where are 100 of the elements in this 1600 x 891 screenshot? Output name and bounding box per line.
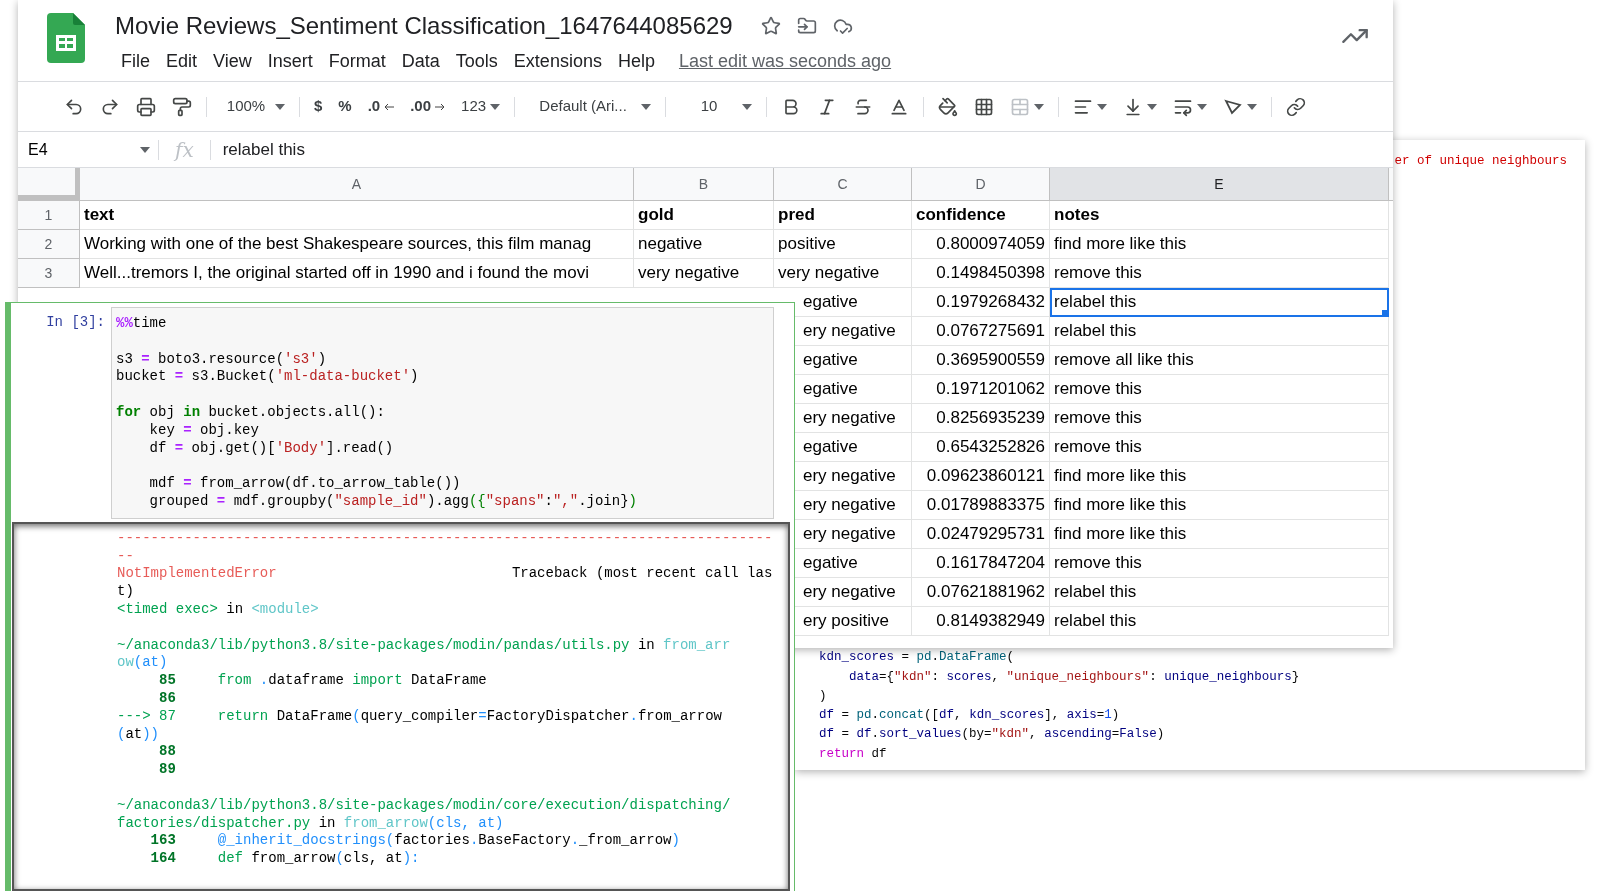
fill-handle[interactable] [1382, 310, 1388, 316]
table-cell: confidence [912, 201, 1050, 230]
table-cell-text: egative [803, 378, 859, 401]
menu-item[interactable]: Help [611, 48, 661, 75]
name-box[interactable]: E4 [18, 137, 158, 162]
table-cell[interactable]: remove this [1050, 549, 1389, 578]
menu-item[interactable]: Tools [449, 48, 504, 75]
cloud-check-icon[interactable] [832, 16, 853, 36]
table-cell: gold [634, 201, 774, 230]
column-header[interactable]: E [1050, 168, 1389, 200]
table-cell: 0.6543252826 [912, 433, 1050, 462]
code-line: data={"kdn": scores, "unique_neighbours": unique_neighbours} [848, 668, 1300, 686]
table-cell: 0.1979268432 [912, 288, 1050, 317]
table-cell[interactable]: find more like this [1050, 520, 1389, 549]
currency-button[interactable]: $ [308, 90, 329, 123]
table-cell[interactable]: relabel this [1050, 317, 1389, 346]
traceback-line: ~/anaconda3/lib/python3.8/site-packages/modin/core/execution/dispatching/ [117, 796, 731, 815]
code-line: s3 = boto3.resource('s3') [116, 350, 327, 369]
last-edit-link[interactable]: Last edit was seconds ago [678, 48, 892, 75]
table-cell: 0.07621881962 [912, 578, 1050, 607]
printer-icon [136, 96, 156, 117]
table-cell-text: ery negative [803, 320, 897, 343]
traceback-line: ow(at) [117, 654, 168, 673]
undo-icon [64, 96, 84, 117]
code-line: bucket = s3.Bucket('ml-data-bucket') [116, 368, 419, 387]
code-comment: er of unique neighbours [1394, 153, 1567, 170]
table-cell[interactable]: remove this [1050, 259, 1389, 288]
table-cell[interactable]: find more like this [1050, 491, 1389, 520]
paint-roller-icon [172, 96, 192, 117]
table-cell: 0.8000974059 [912, 230, 1050, 259]
table-cell[interactable]: remove this [1050, 375, 1389, 404]
table-cell[interactable]: relabel this [1050, 288, 1389, 317]
caret-icon [1034, 103, 1045, 110]
font-size-dropdown[interactable]: 10 [674, 90, 759, 123]
star-icon[interactable] [760, 16, 781, 36]
caret-icon [1147, 103, 1158, 110]
caret-icon [1197, 103, 1208, 110]
code-line: grouped = mdf.groupby("sample_id").agg({"spans":",".join}) [148, 492, 637, 511]
increase-decimal-button[interactable]: .00 [404, 90, 452, 123]
traceback-line: 88 [158, 743, 176, 762]
menu-item[interactable]: Extensions [507, 48, 608, 75]
traceback-line: <timed exec> in <module> [117, 600, 319, 619]
decrease-decimal-button[interactable]: .0 [361, 90, 401, 123]
table-cell[interactable]: find more like this [1050, 462, 1389, 491]
table-cell[interactable]: find more like this [1050, 230, 1389, 259]
menu-item[interactable]: Data [395, 48, 446, 75]
table-cell: Well...tremors I, the original started off in 1990 and i found the movi [80, 259, 634, 288]
table-cell[interactable]: notes [1050, 201, 1389, 230]
table-cell[interactable]: remove this [1050, 404, 1389, 433]
row-number[interactable]: 2 [18, 230, 80, 259]
table-cell: 0.1498450398 [912, 259, 1050, 288]
traceback-line: -- [117, 547, 134, 566]
percent-button[interactable]: % [332, 90, 358, 123]
traceback-line: 163 @_inherit_docstrings(factories.BaseFactory._from_arrow) [149, 832, 680, 851]
left-arrow-icon [384, 102, 395, 111]
column-header[interactable]: C [774, 168, 912, 200]
table-cell[interactable]: remove all like this [1050, 346, 1389, 375]
formula-input[interactable]: relabel this [210, 136, 305, 163]
traceback-line: (at)) [117, 725, 160, 744]
document-title[interactable]: Movie Reviews_Sentiment Classification_1647644085629 [115, 8, 733, 44]
borders-icon [974, 96, 995, 117]
column-header[interactable]: B [634, 168, 774, 200]
table-cell[interactable]: relabel this [1050, 578, 1389, 607]
code-line: df = df.sort_values(by="kdn", ascending=False) [819, 726, 1165, 744]
menu-item[interactable]: File [115, 48, 156, 75]
paint-bucket-icon [938, 96, 959, 117]
traceback-line: 89 [158, 761, 176, 779]
table-cell: 0.8256935239 [912, 404, 1050, 433]
menu-item[interactable]: Format [322, 48, 392, 75]
menu-item[interactable]: Edit [160, 48, 204, 75]
column-header[interactable]: A [80, 168, 634, 200]
table-cell: 0.3695900559 [912, 346, 1050, 375]
traceback-line: 85 from .dataframe import DataFrame [158, 672, 487, 690]
number-format-dropdown[interactable]: 123 [455, 90, 507, 123]
folder-icon[interactable] [796, 16, 817, 36]
row-number[interactable]: 3 [18, 259, 80, 288]
caret-icon [1247, 103, 1258, 110]
code-line: df = pd.concat([df, kdn_scores], axis=1) [819, 707, 1120, 725]
table-cell: very negative [634, 259, 774, 288]
table-cell[interactable]: remove this [1050, 433, 1389, 462]
zoom-dropdown[interactable]: 100% [215, 90, 291, 123]
menu-item[interactable]: Insert [261, 48, 319, 75]
row-number[interactable]: 1 [18, 201, 80, 230]
font-dropdown[interactable]: Default (Ari... [523, 90, 658, 123]
input-prompt: In [3]: [45, 313, 106, 332]
table-cell-text: ery negative [803, 407, 897, 430]
menu-item[interactable]: View [207, 48, 258, 75]
code-line: return df [819, 745, 887, 763]
table-cell-text: pred [778, 204, 815, 227]
traceback-line: NotImplementedError Traceback (most recent call las [117, 565, 773, 584]
table-cell-text: ery negative [803, 494, 897, 517]
right-arrow-icon [435, 102, 446, 111]
table-cell-text: egative [803, 552, 859, 575]
redo-icon [100, 96, 120, 117]
caret-icon [490, 103, 501, 110]
spreadsheet-logo-icon [47, 13, 85, 63]
code-input-area[interactable] [111, 307, 774, 519]
table-cell-text: ery negative [803, 523, 897, 546]
traceback-line: ~/anaconda3/lib/python3.8/site-packages/modin/pandas/utils.py in from_arr [117, 636, 731, 655]
table-cell[interactable]: relabel this [1050, 607, 1389, 636]
